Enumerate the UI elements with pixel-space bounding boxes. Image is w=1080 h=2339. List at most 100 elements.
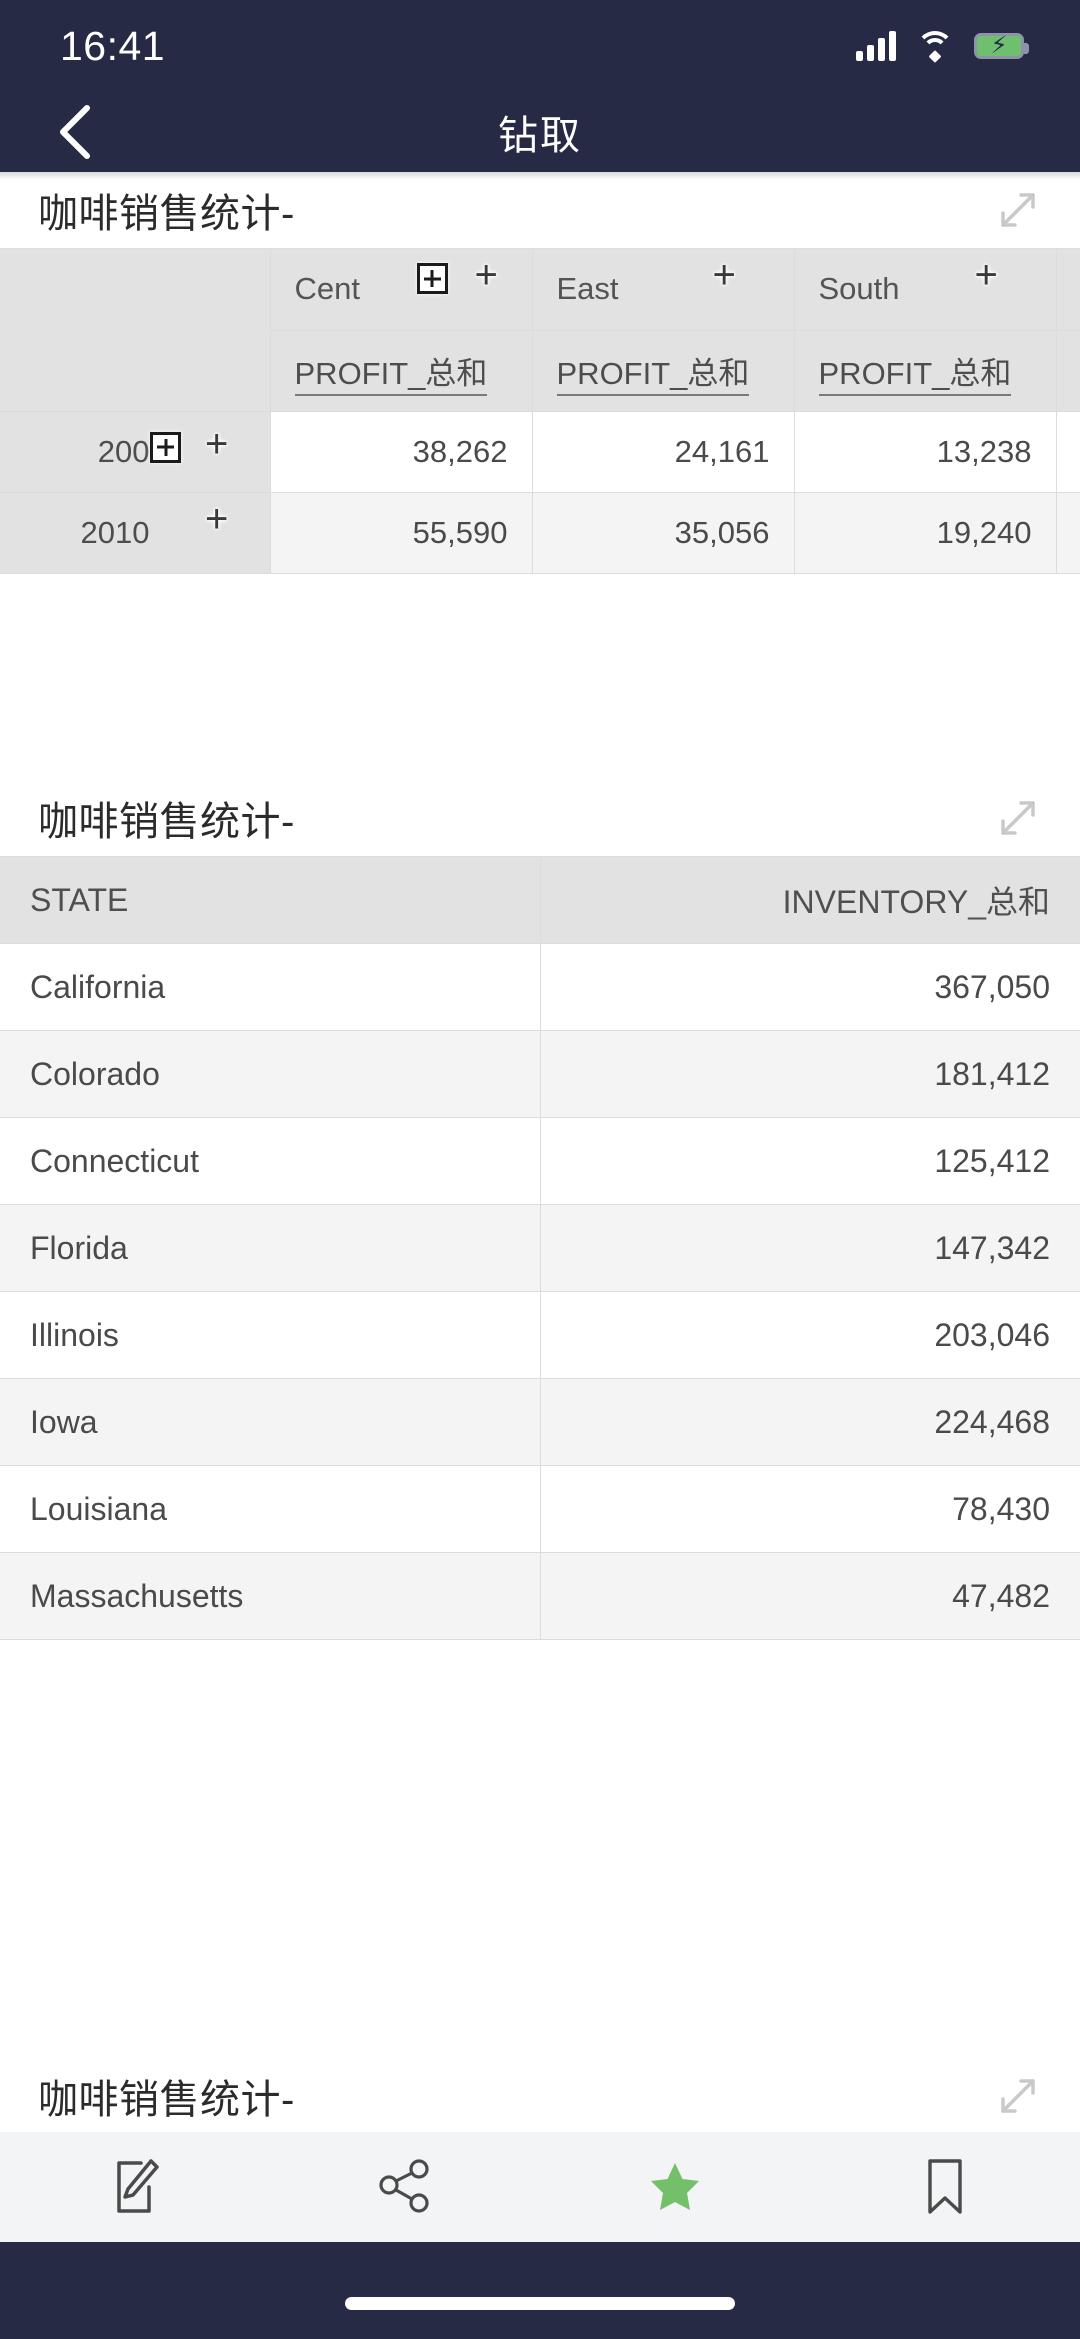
table-row[interactable]: Connecticut 125,412 (0, 1117, 1080, 1205)
dashboard-scroll-area[interactable]: 咖啡销售统计- Cent + East + South + PROFIT_总和 … (0, 172, 1080, 2132)
pivot-corner-cell (0, 249, 271, 412)
favorite-star-icon (651, 2163, 699, 2210)
chevron-left-icon (60, 105, 90, 159)
pivot-measure-east[interactable]: PROFIT_总和 (532, 330, 795, 412)
pivot-col-group-label: Cent (294, 271, 360, 307)
pivot-row[interactable]: 2010 + 55,590 35,056 19,240 (0, 492, 1080, 574)
cell-inventory: 367,050 (540, 943, 1080, 1031)
cell-inventory: 224,468 (540, 1378, 1080, 1466)
cell-state: Louisiana (0, 1465, 541, 1553)
pivot-row-header-2010[interactable]: 2010 + (0, 492, 271, 574)
battery-charging-icon: ⚡ (974, 33, 1029, 59)
drill-expand-box-icon[interactable] (150, 431, 181, 463)
widget1-title: 咖啡销售统计- (38, 192, 295, 236)
pivot-measure-label: PROFIT_总和 (294, 356, 488, 396)
toolbar-bookmark-button[interactable] (810, 2132, 1080, 2242)
pivot-row-header-200[interactable]: 200 + (0, 411, 271, 493)
table-row[interactable]: Louisiana 78,430 (0, 1465, 1080, 1553)
expand-arrows-icon (1001, 801, 1035, 835)
pivot-measure-label: PROFIT_总和 (556, 356, 750, 396)
widget3-expand-button[interactable] (996, 2074, 1040, 2118)
widget-state-inventory-table: 咖啡销售统计- STATE INVENTORY_总和 California 36… (0, 780, 1080, 1640)
pivot-cell[interactable]: 35,056 (532, 492, 795, 574)
table-row[interactable]: Illinois 203,046 (0, 1291, 1080, 1379)
widget2-expand-button[interactable] (996, 796, 1040, 840)
table-row[interactable]: Florida 147,342 (0, 1204, 1080, 1292)
pivot-measure-cent[interactable]: PROFIT_总和 (270, 330, 533, 412)
share-icon (379, 2159, 429, 2213)
wifi-icon (916, 31, 954, 63)
pivot-row[interactable]: 200 + 38,262 24,161 13,238 (0, 411, 1080, 493)
cell-inventory: 125,412 (540, 1117, 1080, 1205)
cell-state: Illinois (0, 1291, 541, 1379)
toolbar-share-button[interactable] (270, 2132, 540, 2242)
column-header-inventory[interactable]: INVENTORY_总和 (540, 856, 1080, 944)
bookmark-icon (928, 2159, 962, 2214)
nav-bar: 钻取 (0, 92, 1080, 172)
table-row[interactable]: Iowa 224,468 (0, 1378, 1080, 1466)
cell-inventory: 181,412 (540, 1030, 1080, 1118)
cell-state: Massachusetts (0, 1552, 541, 1640)
pivot-table[interactable]: Cent + East + South + PROFIT_总和 PROFIT_总… (0, 248, 1080, 574)
plus-icon[interactable]: + (475, 255, 498, 295)
widget3-header: 咖啡销售统计- (0, 2060, 1080, 2132)
pivot-cell[interactable]: 55,590 (270, 492, 533, 574)
toolbar-annotate-button[interactable] (0, 2132, 270, 2242)
table-row[interactable]: Massachusetts 47,482 (0, 1552, 1080, 1640)
pivot-column-group-row: Cent + East + South + (0, 249, 1080, 412)
pivot-cell[interactable]: 13,238 (794, 411, 1057, 493)
home-indicator[interactable] (345, 2297, 735, 2310)
table-body: California 367,050 Colorado 181,412 Conn… (0, 943, 1080, 1640)
pivot-col-group-east[interactable]: East + (532, 249, 795, 331)
widget1-header: 咖啡销售统计- (0, 172, 1080, 248)
pivot-col-group-label: East (556, 271, 619, 307)
plus-icon[interactable]: + (205, 424, 228, 464)
bottom-toolbar (0, 2132, 1080, 2242)
pivot-col-group-south[interactable]: South + (794, 249, 1057, 331)
cell-state: Iowa (0, 1378, 541, 1466)
table-header-row: STATE INVENTORY_总和 (0, 856, 1080, 944)
cell-state: Colorado (0, 1030, 541, 1118)
pivot-col-overflow (1056, 249, 1080, 331)
page-title: 钻取 (498, 114, 582, 158)
cellular-signal-icon (856, 31, 896, 61)
plus-icon[interactable]: + (975, 255, 998, 295)
status-indicators: ⚡ (856, 31, 1029, 63)
cell-inventory: 147,342 (540, 1204, 1080, 1292)
annotate-icon (117, 2159, 159, 2213)
pivot-cell[interactable]: 38,262 (270, 411, 533, 493)
column-header-state[interactable]: STATE (0, 856, 541, 944)
pivot-col-group-cent[interactable]: Cent + (270, 249, 533, 331)
toolbar-favorite-button[interactable] (540, 2132, 810, 2242)
back-button[interactable] (44, 102, 104, 162)
pivot-measure-south[interactable]: PROFIT_总和 (794, 330, 1057, 412)
cell-state: Florida (0, 1204, 541, 1292)
status-bar: 16:41 ⚡ (0, 0, 1080, 92)
cell-inventory: 78,430 (540, 1465, 1080, 1553)
table-row[interactable]: Colorado 181,412 (0, 1030, 1080, 1118)
widget-pivot-table: 咖啡销售统计- Cent + East + South + PROFIT_总和 … (0, 172, 1080, 574)
widget1-expand-button[interactable] (996, 188, 1040, 232)
widget-third-partial: 咖啡销售统计- (0, 2060, 1080, 2132)
pivot-row-label: 200 (97, 433, 150, 469)
drill-expand-box-icon[interactable] (416, 263, 448, 294)
home-indicator-bar (0, 2242, 1080, 2339)
pivot-cell-overflow (1056, 492, 1080, 574)
table-row[interactable]: California 367,050 (0, 943, 1080, 1031)
pivot-cell[interactable]: 24,161 (532, 411, 795, 493)
cell-state: California (0, 943, 541, 1031)
plus-icon[interactable]: + (205, 499, 228, 539)
state-inventory-table[interactable]: STATE INVENTORY_总和 California 367,050 Co… (0, 856, 1080, 1640)
pivot-measure-overflow (1056, 330, 1080, 412)
pivot-cell[interactable]: 19,240 (794, 492, 1057, 574)
cell-inventory: 203,046 (540, 1291, 1080, 1379)
pivot-cell-overflow (1056, 411, 1080, 493)
widget2-header: 咖啡销售统计- (0, 780, 1080, 856)
cell-state: Connecticut (0, 1117, 541, 1205)
expand-arrows-icon (1001, 193, 1035, 227)
widget3-title: 咖啡销售统计- (38, 2078, 295, 2122)
plus-icon[interactable]: + (713, 255, 736, 295)
expand-arrows-icon (1001, 2079, 1035, 2113)
pivot-col-group-label: South (818, 271, 900, 307)
pivot-measure-label: PROFIT_总和 (818, 356, 1012, 396)
